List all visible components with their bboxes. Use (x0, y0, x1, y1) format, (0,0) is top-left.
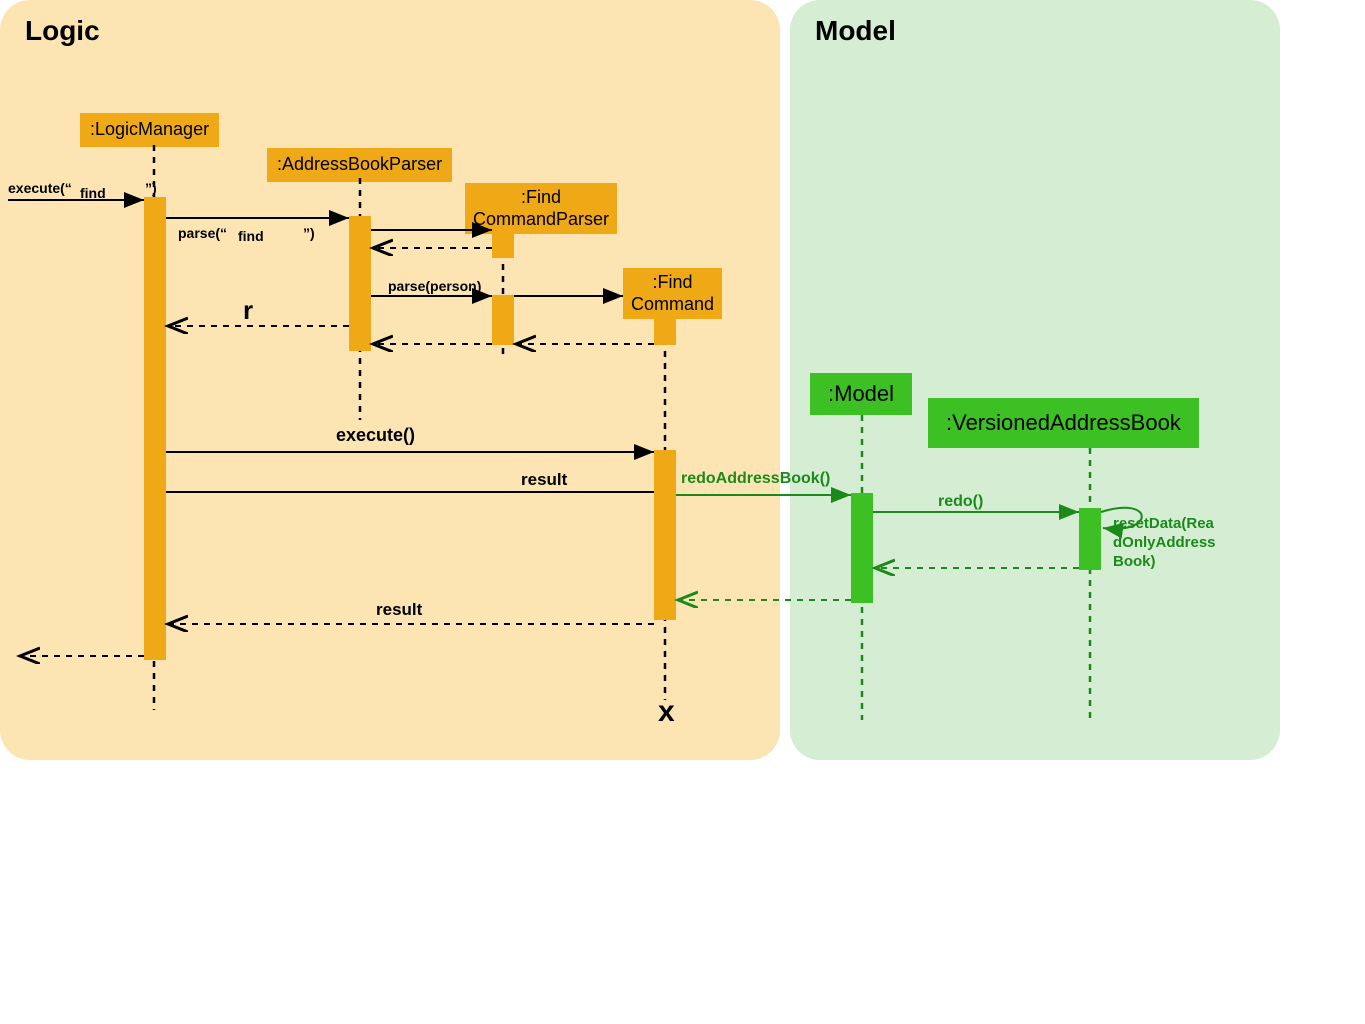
redo-label: redo() (938, 493, 983, 511)
model-head: :Model (810, 373, 912, 415)
execute-find-label-post: ”) (145, 180, 157, 196)
destroy-label: x (658, 695, 675, 729)
model-title: Model (815, 15, 896, 47)
result1-label: result (521, 470, 567, 490)
logic-manager-head: :LogicManager (80, 113, 219, 147)
reset-data-label: resetData(Rea dOnlyAddress Book) (1113, 515, 1216, 571)
r-label: r (243, 295, 253, 326)
versioned-addressbook-head: :VersionedAddressBook (928, 398, 1199, 448)
addressbook-parser-head: :AddressBookParser (267, 148, 452, 182)
execute-find-label-mid: find (80, 185, 106, 201)
parse-person-label: parse(person) (388, 278, 481, 294)
redo-addressbook-label: redoAddressBook() (681, 470, 830, 488)
find-command-parser-head: :Find CommandParser (465, 183, 617, 234)
logic-title: Logic (25, 15, 100, 47)
result2-label: result (376, 600, 422, 620)
execute-find-label-pre: execute(“ (8, 180, 72, 196)
parse-find-label-pre: parse(“ (178, 225, 227, 241)
parse-find-label-post: ”) (303, 225, 315, 241)
execute-label: execute() (336, 425, 415, 446)
find-command-head: :Find Command (623, 268, 722, 319)
parse-find-label-mid: find (238, 228, 264, 244)
